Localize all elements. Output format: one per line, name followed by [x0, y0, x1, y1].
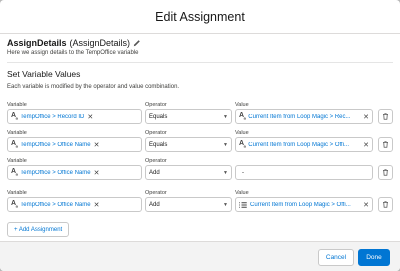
value-input[interactable]: -	[235, 165, 373, 180]
text-type-icon: Aa	[239, 140, 246, 149]
divider	[7, 62, 393, 63]
chevron-down-icon: ▼	[223, 169, 228, 176]
close-icon[interactable]: ✕	[87, 113, 93, 121]
operator-select[interactable]: Add ▼	[145, 197, 232, 212]
value-field[interactable]: Aa Current Item from Loop Magic > Rec...…	[235, 109, 373, 124]
done-button[interactable]: Done	[358, 249, 390, 266]
value-pill[interactable]: Current Item from Loop Magic > Offi...	[250, 202, 351, 208]
close-icon[interactable]: ✕	[360, 141, 369, 149]
variable-field[interactable]: Aa TempOffice > Office Name ✕	[7, 137, 142, 152]
operator-select[interactable]: Equals ▼	[145, 137, 232, 152]
cancel-button[interactable]: Cancel	[318, 249, 354, 266]
modal-body: AssignDetails (AssignDetails) Here we as…	[0, 34, 400, 241]
variable-label: Variable	[7, 190, 27, 196]
modal-footer: Cancel Done	[0, 241, 400, 271]
list-icon	[239, 201, 247, 208]
assignment-row: Variable Operator Value Aa TempOffice > …	[7, 102, 393, 130]
trash-icon	[383, 113, 388, 120]
value-text: -	[242, 169, 244, 176]
chevron-down-icon: ▼	[223, 113, 228, 120]
trash-icon	[383, 169, 388, 176]
operator-label: Operator	[145, 190, 167, 196]
operator-label: Operator	[145, 130, 167, 136]
delete-button[interactable]	[378, 165, 393, 180]
delete-button[interactable]	[378, 137, 393, 152]
variable-label: Variable	[7, 102, 27, 108]
assignment-api-name: (AssignDetails)	[69, 38, 131, 48]
assignment-row: Variable Operator Aa TempOffice > Office…	[7, 158, 393, 186]
variable-pill[interactable]: TempOffice > Record ID	[20, 114, 84, 120]
variable-pill[interactable]: TempOffice > Office Name	[20, 202, 90, 208]
chevron-down-icon: ▼	[223, 141, 228, 148]
text-type-icon: Aa	[11, 112, 18, 121]
delete-button[interactable]	[378, 197, 393, 212]
close-icon[interactable]: ✕	[360, 201, 369, 209]
variable-pill[interactable]: TempOffice > Office Name	[20, 142, 90, 148]
variable-pill[interactable]: TempOffice > Office Name	[20, 170, 90, 176]
operator-select[interactable]: Add ▼	[145, 165, 232, 180]
value-label: Value	[235, 130, 249, 136]
section-description: Each variable is modified by the operato…	[7, 84, 180, 90]
edit-assignment-modal: Edit Assignment AssignDetails (AssignDet…	[0, 0, 400, 271]
operator-label: Operator	[145, 102, 167, 108]
operator-value: Equals	[149, 113, 168, 120]
modal-title: Edit Assignment	[155, 9, 245, 24]
assignment-label: AssignDetails	[7, 38, 67, 48]
text-type-icon: Aa	[239, 112, 246, 121]
close-icon[interactable]: ✕	[360, 113, 369, 121]
add-assignment-button[interactable]: + Add Assignment	[7, 222, 70, 237]
variable-label: Variable	[7, 158, 27, 164]
close-icon[interactable]: ✕	[94, 141, 100, 149]
modal-header: Edit Assignment	[0, 0, 400, 34]
value-pill[interactable]: Current Item from Loop Magic > Rec...	[248, 114, 350, 120]
close-icon[interactable]: ✕	[94, 169, 100, 177]
value-label: Value	[235, 102, 249, 108]
variable-field[interactable]: Aa TempOffice > Office Name ✕	[7, 197, 142, 212]
pencil-icon[interactable]	[133, 39, 141, 47]
assignment-row: Variable Operator Value Aa TempOffice > …	[7, 130, 393, 158]
assignment-title: AssignDetails (AssignDetails)	[7, 38, 141, 48]
operator-value: Equals	[149, 141, 168, 148]
text-type-icon: Aa	[11, 168, 18, 177]
assignment-row: Variable Operator Value Aa TempOffice > …	[7, 190, 393, 218]
operator-label: Operator	[145, 158, 167, 164]
value-label: Value	[235, 190, 249, 196]
text-type-icon: Aa	[11, 200, 18, 209]
delete-button[interactable]	[378, 109, 393, 124]
value-field[interactable]: Aa Current Item from Loop Magic > Offi..…	[235, 137, 373, 152]
variable-label: Variable	[7, 130, 27, 136]
value-field[interactable]: Current Item from Loop Magic > Offi... ✕	[235, 197, 373, 212]
trash-icon	[383, 201, 388, 208]
variable-field[interactable]: Aa TempOffice > Office Name ✕	[7, 165, 142, 180]
operator-value: Add	[149, 201, 160, 208]
section-title: Set Variable Values	[7, 69, 81, 79]
close-icon[interactable]: ✕	[94, 201, 100, 209]
text-type-icon: Aa	[11, 140, 18, 149]
trash-icon	[383, 141, 388, 148]
operator-select[interactable]: Equals ▼	[145, 109, 232, 124]
chevron-down-icon: ▼	[223, 201, 228, 208]
operator-value: Add	[149, 169, 160, 176]
value-pill[interactable]: Current Item from Loop Magic > Offi...	[248, 142, 349, 148]
assignment-description: Here we assign details to the TempOffice…	[7, 50, 139, 56]
variable-field[interactable]: Aa TempOffice > Record ID ✕	[7, 109, 142, 124]
